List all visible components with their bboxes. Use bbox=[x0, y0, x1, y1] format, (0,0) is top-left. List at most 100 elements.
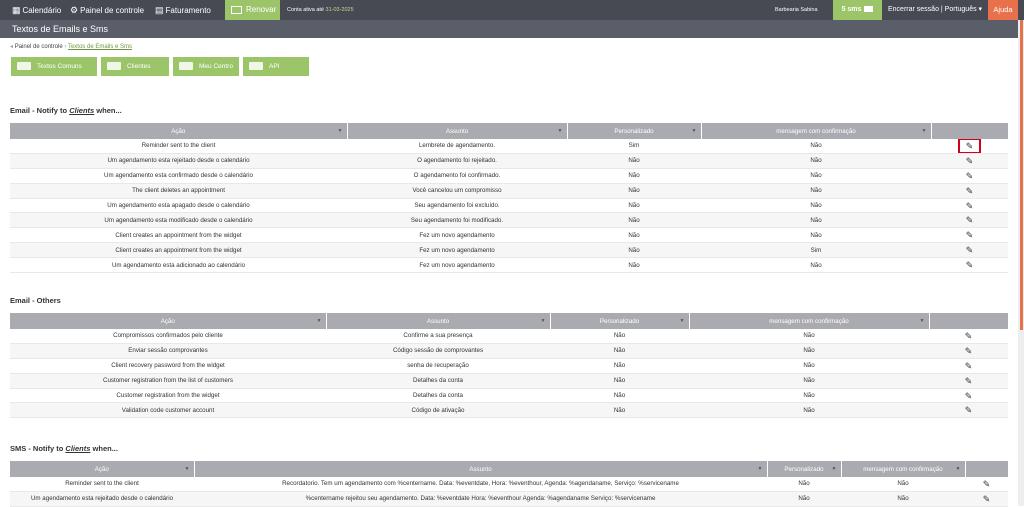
cell-subject: Fez um novo agendamento bbox=[347, 242, 567, 259]
column-header-subject[interactable]: Assunto ▼ bbox=[347, 123, 568, 139]
cell-action: Client creates an appointment from the w… bbox=[10, 242, 347, 259]
sort-caret-icon[interactable]: ▼ bbox=[558, 128, 563, 134]
table-row: Compromissos confirmados pelo cliente Con… bbox=[10, 329, 1008, 344]
sort-caret-icon[interactable]: ▼ bbox=[317, 318, 322, 324]
column-header-custom[interactable]: Personalizado ▼ bbox=[767, 461, 842, 477]
cell-edit: ✎ bbox=[929, 329, 1008, 344]
nav-calendar-label: Calendário bbox=[22, 6, 62, 15]
column-header-confirm[interactable]: mensagem com confirmação ▼ bbox=[701, 123, 932, 139]
column-header-action[interactable]: Ação ▼ bbox=[10, 313, 327, 329]
section-title-prefix: Email - Notify to bbox=[10, 106, 68, 115]
table-row: Client recovery password from the widget… bbox=[10, 358, 1008, 374]
breadcrumb-current[interactable]: Textos de Emails e Sms bbox=[68, 44, 132, 50]
pencil-icon[interactable]: ✎ bbox=[965, 405, 973, 415]
section-title-email-others: Email - Others bbox=[10, 296, 61, 305]
cell-action: The client deletes an appointment bbox=[10, 183, 347, 199]
session-language-menu[interactable]: Encerrar sessão | Português ▾ bbox=[888, 0, 982, 20]
column-header-edit bbox=[931, 123, 1009, 139]
cell-action: Customer registration from the widget bbox=[10, 388, 326, 404]
page-scrollbar[interactable] bbox=[1018, 20, 1024, 506]
quick-button-common-texts[interactable]: Textos Comuns bbox=[11, 57, 97, 76]
nav-control-panel[interactable]: ⚙ Painel de controle bbox=[70, 0, 144, 20]
pencil-icon[interactable]: ✎ bbox=[965, 331, 973, 341]
cell-subject: O agendamento foi confirmado. bbox=[347, 168, 567, 184]
quick-button-label: Clientes bbox=[127, 63, 151, 70]
pencil-icon[interactable]: ✎ bbox=[965, 346, 973, 356]
cell-edit: ✎ bbox=[931, 168, 1008, 184]
pencil-icon[interactable]: ✎ bbox=[957, 139, 982, 153]
column-header-label: mensagem com confirmação bbox=[769, 317, 849, 325]
pencil-icon[interactable]: ✎ bbox=[966, 186, 974, 196]
pencil-icon[interactable]: ✎ bbox=[983, 494, 991, 504]
cell-subject: Você cancelou um compromisso bbox=[347, 183, 567, 199]
cell-subject: Recordatorio. Tem um agendamento com %ce… bbox=[194, 477, 767, 492]
pencil-icon[interactable]: ✎ bbox=[966, 230, 974, 240]
session-label: Encerrar sessão | Português bbox=[888, 6, 977, 13]
pencil-icon[interactable]: ✎ bbox=[965, 361, 973, 371]
column-header-action[interactable]: Ação ▼ bbox=[10, 461, 195, 477]
sort-caret-icon[interactable]: ▼ bbox=[758, 466, 763, 472]
column-header-label: Assunto bbox=[426, 317, 450, 325]
sort-caret-icon[interactable]: ▼ bbox=[922, 128, 927, 134]
envelope-icon bbox=[864, 6, 874, 13]
column-header-confirm[interactable]: mensagem com confirmação ▼ bbox=[689, 313, 930, 329]
cell-custom: Não bbox=[567, 227, 701, 244]
cell-action: Reminder sent to the client bbox=[10, 139, 347, 154]
cell-edit: ✎ bbox=[965, 491, 1008, 507]
quick-button-api[interactable]: API bbox=[243, 57, 309, 76]
cell-edit: ✎ bbox=[929, 402, 1008, 419]
sort-caret-icon[interactable]: ▼ bbox=[185, 466, 190, 472]
scrollbar-thumb[interactable] bbox=[1020, 20, 1023, 330]
breadcrumb-root[interactable]: Painel de controle bbox=[15, 44, 63, 50]
pencil-icon[interactable]: ✎ bbox=[966, 215, 974, 225]
cell-action: Um agendamento esta apagado desde o cale… bbox=[10, 198, 347, 214]
table-row: Validation code customer account Código d… bbox=[10, 402, 1008, 419]
sms-credits-button[interactable]: 5 sms bbox=[833, 0, 882, 20]
back-arrow-icon[interactable]: ◂ bbox=[10, 44, 13, 50]
sort-caret-icon[interactable]: ▼ bbox=[338, 128, 343, 134]
help-button[interactable]: Ajuda bbox=[988, 0, 1018, 20]
table-row: Um agendamento esta apagado desde o cale… bbox=[10, 198, 1008, 214]
sort-caret-icon[interactable]: ▼ bbox=[680, 318, 685, 324]
nav-billing[interactable]: ▤ Faturamento bbox=[155, 0, 211, 20]
cell-custom: Não bbox=[767, 477, 841, 492]
column-header-confirm[interactable]: mensagem com confirmação ▼ bbox=[841, 461, 966, 477]
sort-caret-icon[interactable]: ▼ bbox=[832, 466, 837, 472]
column-header-custom[interactable]: Personalizado ▼ bbox=[550, 313, 690, 329]
column-header-label: mensagem com confirmação bbox=[863, 465, 943, 473]
pencil-icon[interactable]: ✎ bbox=[966, 156, 974, 166]
cell-confirm: Não bbox=[701, 183, 931, 199]
quick-button-clients[interactable]: Clientes bbox=[101, 57, 169, 76]
sort-caret-icon[interactable]: ▼ bbox=[920, 318, 925, 324]
pencil-icon[interactable]: ✎ bbox=[983, 479, 991, 489]
column-header-custom[interactable]: Personalizado ▼ bbox=[567, 123, 702, 139]
sort-caret-icon[interactable]: ▼ bbox=[956, 466, 961, 472]
cell-edit: ✎ bbox=[931, 227, 1008, 244]
pencil-icon[interactable]: ✎ bbox=[966, 171, 974, 181]
cell-edit: ✎ bbox=[931, 242, 1008, 259]
column-header-subject[interactable]: Assunto ▼ bbox=[194, 461, 768, 477]
quick-button-label: Textos Comuns bbox=[37, 63, 82, 70]
cell-edit: ✎ bbox=[929, 373, 1008, 389]
card-icon bbox=[231, 5, 242, 14]
pencil-icon[interactable]: ✎ bbox=[966, 260, 974, 270]
column-header-label: Ação bbox=[171, 127, 186, 135]
column-header-label: Assunto bbox=[445, 127, 469, 135]
table-row: Reminder sent to the client Lembrete de a… bbox=[10, 139, 1008, 154]
column-header-subject[interactable]: Assunto ▼ bbox=[326, 313, 551, 329]
cell-confirm: Não bbox=[701, 168, 931, 184]
pencil-icon[interactable]: ✎ bbox=[965, 376, 973, 386]
column-header-action[interactable]: Ação ▼ bbox=[10, 123, 348, 139]
nav-calendar[interactable]: ▦ Calendário bbox=[12, 0, 61, 20]
sort-caret-icon[interactable]: ▼ bbox=[692, 128, 697, 134]
quick-button-my-center[interactable]: Meu Centro bbox=[173, 57, 239, 76]
pencil-icon[interactable]: ✎ bbox=[966, 201, 974, 211]
renew-button[interactable]: Renovar bbox=[225, 0, 280, 20]
pencil-icon[interactable]: ✎ bbox=[965, 391, 973, 401]
table-row: Um agendamento esta rejeitado desde o ca… bbox=[10, 153, 1008, 169]
cell-subject: senha de recuperação bbox=[326, 358, 550, 374]
pencil-icon[interactable]: ✎ bbox=[966, 245, 974, 255]
sort-caret-icon[interactable]: ▼ bbox=[541, 318, 546, 324]
cell-edit: ✎ bbox=[931, 139, 1008, 154]
column-header-edit bbox=[965, 461, 1009, 477]
